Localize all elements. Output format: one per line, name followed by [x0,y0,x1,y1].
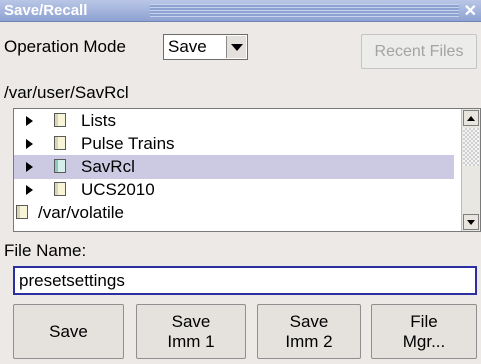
expand-arrow-icon[interactable] [26,162,33,172]
close-icon[interactable]: ✕ [464,1,477,21]
file-name-label: File Name: [4,241,87,260]
expand-arrow-icon[interactable] [26,139,33,149]
operation-mode-select[interactable]: Save [163,34,248,60]
recent-files-button[interactable]: Recent Files [361,34,477,69]
tree-item-label: Lists [81,111,116,130]
tree-item-savrcl[interactable]: SavRcl [14,155,454,179]
save-imm-2-button[interactable]: Save Imm 2 [257,304,361,359]
folder-icon [54,136,66,150]
expand-arrow-icon[interactable] [26,185,33,195]
scrollbar-thumb[interactable] [463,128,479,166]
save-button[interactable]: Save [13,304,124,359]
title-bar[interactable]: Save/Recall ✕ [0,0,481,22]
operation-mode-label: Operation Mode [4,37,126,56]
file-manager-label-line2: Mgr... [402,331,446,351]
tree-item-label: UCS2010 [81,180,155,199]
save-imm-2-label-line1: Save [289,311,329,331]
tree-item-label: /var/volatile [38,203,124,222]
save-imm-1-button[interactable]: Save Imm 1 [136,304,246,359]
tree-item-var-volatile[interactable]: /var/volatile [14,201,454,225]
scroll-down-icon[interactable] [463,214,479,230]
current-path: /var/user/SavRcl [4,83,129,102]
directory-tree[interactable]: Lists Pulse Trains SavRcl UCS2010 /var/v… [13,108,481,232]
title-bar-grip [150,4,459,17]
file-name-value: presetsettings [19,271,125,290]
tree-item-ucs2010[interactable]: UCS2010 [14,178,454,202]
folder-icon [54,182,66,196]
file-manager-button[interactable]: File Mgr... [371,304,477,359]
tree-item-label: SavRcl [81,157,135,176]
tree-item-label: Pulse Trains [81,134,175,153]
save-imm-1-label-line2: Imm 1 [167,331,215,351]
chevron-down-icon[interactable] [226,36,246,58]
operation-mode-value: Save [168,37,207,56]
save-imm-1-label-line1: Save [171,311,211,331]
folder-icon [54,113,66,127]
file-name-input[interactable]: presetsettings [13,266,477,295]
tree-scrollbar[interactable] [461,109,480,231]
tree-item-lists[interactable]: Lists [14,109,454,133]
tree-item-pulse-trains[interactable]: Pulse Trains [14,132,454,156]
folder-icon [54,159,66,173]
window-title: Save/Recall [4,2,88,19]
expand-arrow-icon[interactable] [26,116,33,126]
save-button-label: Save [49,321,88,341]
save-imm-2-label-line2: Imm 2 [285,331,333,351]
save-recall-dialog: Save/Recall ✕ Operation Mode Save Recent… [0,0,481,364]
file-manager-label-line1: File [410,311,438,331]
folder-icon [16,205,28,219]
scroll-up-icon[interactable] [463,110,479,126]
